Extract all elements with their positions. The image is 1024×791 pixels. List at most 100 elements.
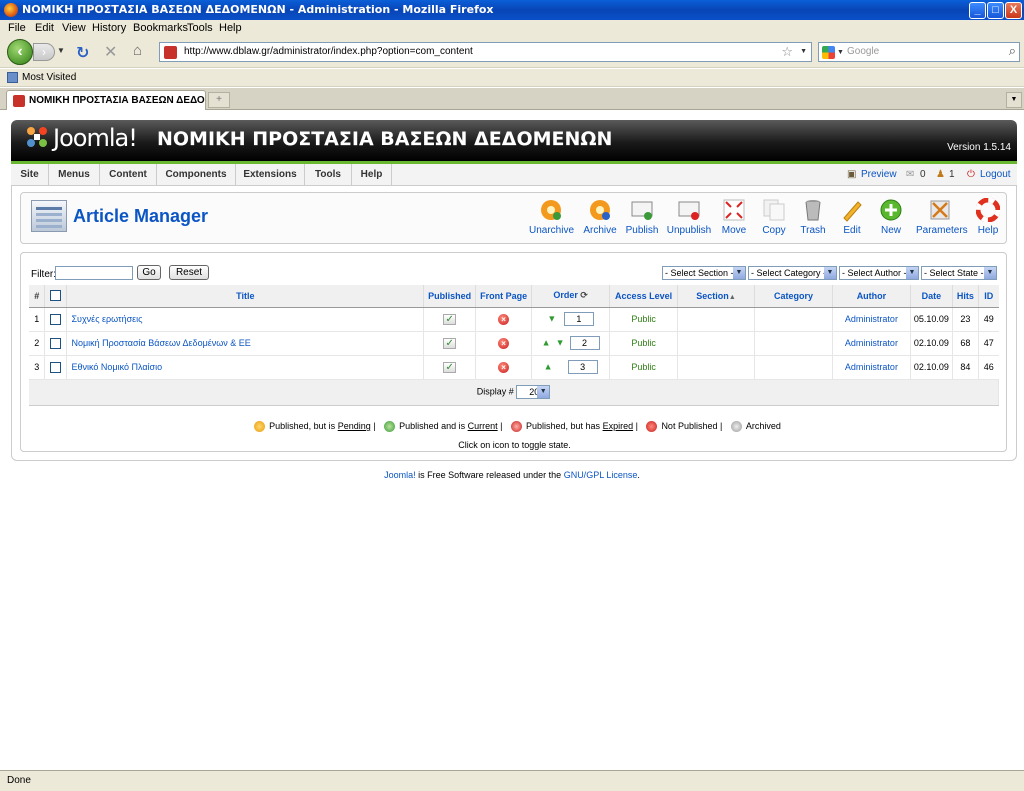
trash-button[interactable]: Trash bbox=[798, 198, 828, 242]
help-button[interactable]: Help bbox=[973, 198, 1003, 242]
author-link[interactable]: Administrator bbox=[845, 338, 898, 348]
display-limit-select[interactable]: 20 ▼ bbox=[516, 385, 551, 399]
col-id[interactable]: ID bbox=[978, 285, 999, 308]
col-title[interactable]: Title bbox=[66, 285, 425, 308]
joomla-link[interactable]: Joomla! bbox=[384, 470, 416, 480]
select-author[interactable]: - Select Author - ▼ bbox=[839, 266, 919, 280]
col-date[interactable]: Date bbox=[910, 285, 953, 308]
col-category[interactable]: Category bbox=[754, 285, 833, 308]
logout-link[interactable]: Logout bbox=[980, 169, 1011, 180]
menu-edit[interactable]: Edit bbox=[35, 22, 54, 34]
col-access-level[interactable]: Access Level bbox=[609, 285, 679, 308]
published-check-icon[interactable]: ✓ bbox=[443, 313, 457, 325]
move-button[interactable]: Move bbox=[719, 198, 749, 242]
row-checkbox[interactable] bbox=[50, 313, 62, 325]
url-bar[interactable]: http://www.dblaw.gr/administrator/index.… bbox=[159, 42, 812, 62]
license-link[interactable]: GNU/GPL License bbox=[564, 470, 638, 480]
order-input[interactable]: 1 bbox=[563, 312, 594, 326]
save-order-icon[interactable]: ⟳ bbox=[580, 290, 588, 300]
move-down-icon[interactable]: ▼ bbox=[556, 337, 565, 347]
select-all-checkbox[interactable] bbox=[50, 290, 62, 302]
admin-menu-help[interactable]: Help bbox=[352, 164, 392, 185]
stop-icon[interactable]: ✕ bbox=[104, 42, 117, 62]
admin-menu-extensions[interactable]: Extensions bbox=[236, 164, 305, 185]
admin-menu-components[interactable]: Components bbox=[157, 164, 236, 185]
menu-tools[interactable]: Tools bbox=[187, 22, 213, 34]
menu-bookmarks[interactable]: Bookmarks bbox=[133, 22, 188, 34]
preview-link[interactable]: Preview bbox=[861, 169, 897, 180]
minimize-button[interactable]: _ bbox=[969, 2, 986, 19]
menu-help[interactable]: Help bbox=[219, 22, 242, 34]
messages-icon[interactable]: ✉ bbox=[906, 169, 914, 180]
preview-icon[interactable]: ▣ bbox=[847, 169, 856, 180]
col-section[interactable]: Section▲ bbox=[677, 285, 755, 308]
article-title-link[interactable]: Συχνές ερωτήσεις bbox=[71, 314, 142, 324]
col-published[interactable]: Published bbox=[423, 285, 477, 308]
order-input[interactable]: 2 bbox=[569, 336, 600, 350]
back-button[interactable]: ‹ bbox=[7, 39, 33, 65]
parameters-button[interactable]: Parameters bbox=[916, 198, 968, 242]
row-checkbox[interactable] bbox=[50, 337, 62, 349]
url-dropdown-icon[interactable]: ▼ bbox=[800, 48, 807, 55]
admin-menu-tools[interactable]: Tools bbox=[305, 164, 352, 185]
row-checkbox[interactable] bbox=[50, 361, 62, 373]
search-engine-dropdown-icon[interactable]: ▼ bbox=[837, 49, 844, 56]
article-title-link[interactable]: Νομική Προστασία Βάσεων Δεδομένων & ΕΕ bbox=[71, 338, 250, 348]
edit-button[interactable]: Edit bbox=[839, 198, 865, 242]
access-level-link[interactable]: Public bbox=[631, 362, 656, 372]
select-state[interactable]: - Select State - ▼ bbox=[921, 266, 997, 280]
order-input[interactable]: 3 bbox=[567, 360, 598, 374]
archive-button[interactable]: Archive bbox=[581, 198, 619, 242]
google-icon[interactable] bbox=[822, 46, 835, 59]
tab-list-button[interactable]: ▼ bbox=[1006, 92, 1022, 108]
search-icon[interactable]: ⌕ bbox=[1009, 43, 1016, 59]
col-author[interactable]: Author bbox=[832, 285, 911, 308]
article-title-link[interactable]: Εθνικό Νομικό Πλαίσιο bbox=[71, 362, 162, 372]
not-frontpage-icon[interactable]: × bbox=[498, 313, 510, 325]
home-icon[interactable]: ⌂ bbox=[133, 42, 142, 59]
copy-button[interactable]: Copy bbox=[759, 198, 789, 242]
close-button[interactable]: X bbox=[1005, 2, 1022, 19]
author-link[interactable]: Administrator bbox=[845, 314, 898, 324]
reload-icon[interactable]: ↻ bbox=[76, 43, 89, 63]
users-icon[interactable]: ♟ bbox=[936, 169, 945, 180]
author-link[interactable]: Administrator bbox=[845, 362, 898, 372]
filter-input[interactable] bbox=[55, 266, 133, 280]
publish-button[interactable]: Publish bbox=[625, 198, 659, 242]
unpublish-button[interactable]: Unpublish bbox=[666, 198, 712, 242]
history-dropdown-icon[interactable]: ▼ bbox=[57, 46, 65, 55]
admin-menu-site[interactable]: Site bbox=[11, 164, 49, 185]
menu-history[interactable]: History bbox=[92, 22, 126, 34]
messages-count[interactable]: 0 bbox=[920, 169, 926, 180]
not-frontpage-icon[interactable]: × bbox=[498, 337, 510, 349]
menu-file[interactable]: File bbox=[8, 22, 26, 34]
new-button[interactable]: New bbox=[877, 198, 905, 242]
col-order[interactable]: Order ⟳ bbox=[531, 285, 611, 308]
col-front-page[interactable]: Front Page bbox=[475, 285, 533, 308]
not-frontpage-icon[interactable]: × bbox=[498, 361, 510, 373]
menu-view[interactable]: View bbox=[62, 22, 86, 34]
select-category[interactable]: - Select Category - ▼ bbox=[748, 266, 837, 280]
bookmark-star-icon[interactable]: ☆ bbox=[781, 44, 793, 60]
unarchive-button[interactable]: Unarchive bbox=[529, 198, 574, 242]
tab-active[interactable]: ΝΟΜΙΚΗ ΠΡΟΣΤΑΣΙΑ ΒΑΣΕΩΝ ΔΕΔΟΜ... bbox=[6, 90, 206, 110]
bookmark-most-visited[interactable]: Most Visited bbox=[22, 72, 76, 83]
new-tab-button[interactable]: + bbox=[208, 92, 230, 108]
access-level-link[interactable]: Public bbox=[631, 314, 656, 324]
maximize-button[interactable]: □ bbox=[987, 2, 1004, 19]
select-section[interactable]: - Select Section - ▼ bbox=[662, 266, 746, 280]
users-count[interactable]: 1 bbox=[949, 169, 955, 180]
admin-menu-menus[interactable]: Menus bbox=[49, 164, 100, 185]
admin-menu-content[interactable]: Content bbox=[100, 164, 157, 185]
reset-button[interactable]: Reset bbox=[169, 265, 209, 280]
go-button[interactable]: Go bbox=[137, 265, 161, 280]
move-down-icon[interactable]: ▼ bbox=[547, 313, 556, 323]
move-up-icon[interactable]: ▲ bbox=[544, 361, 553, 371]
logout-icon[interactable]: ⏻ bbox=[967, 169, 975, 180]
published-check-icon[interactable]: ✓ bbox=[443, 361, 457, 373]
move-up-icon[interactable]: ▲ bbox=[542, 337, 551, 347]
search-bar[interactable]: ▼ Google ⌕ bbox=[818, 42, 1020, 62]
published-check-icon[interactable]: ✓ bbox=[443, 337, 457, 349]
access-level-link[interactable]: Public bbox=[631, 338, 656, 348]
col-hits[interactable]: Hits bbox=[952, 285, 979, 308]
